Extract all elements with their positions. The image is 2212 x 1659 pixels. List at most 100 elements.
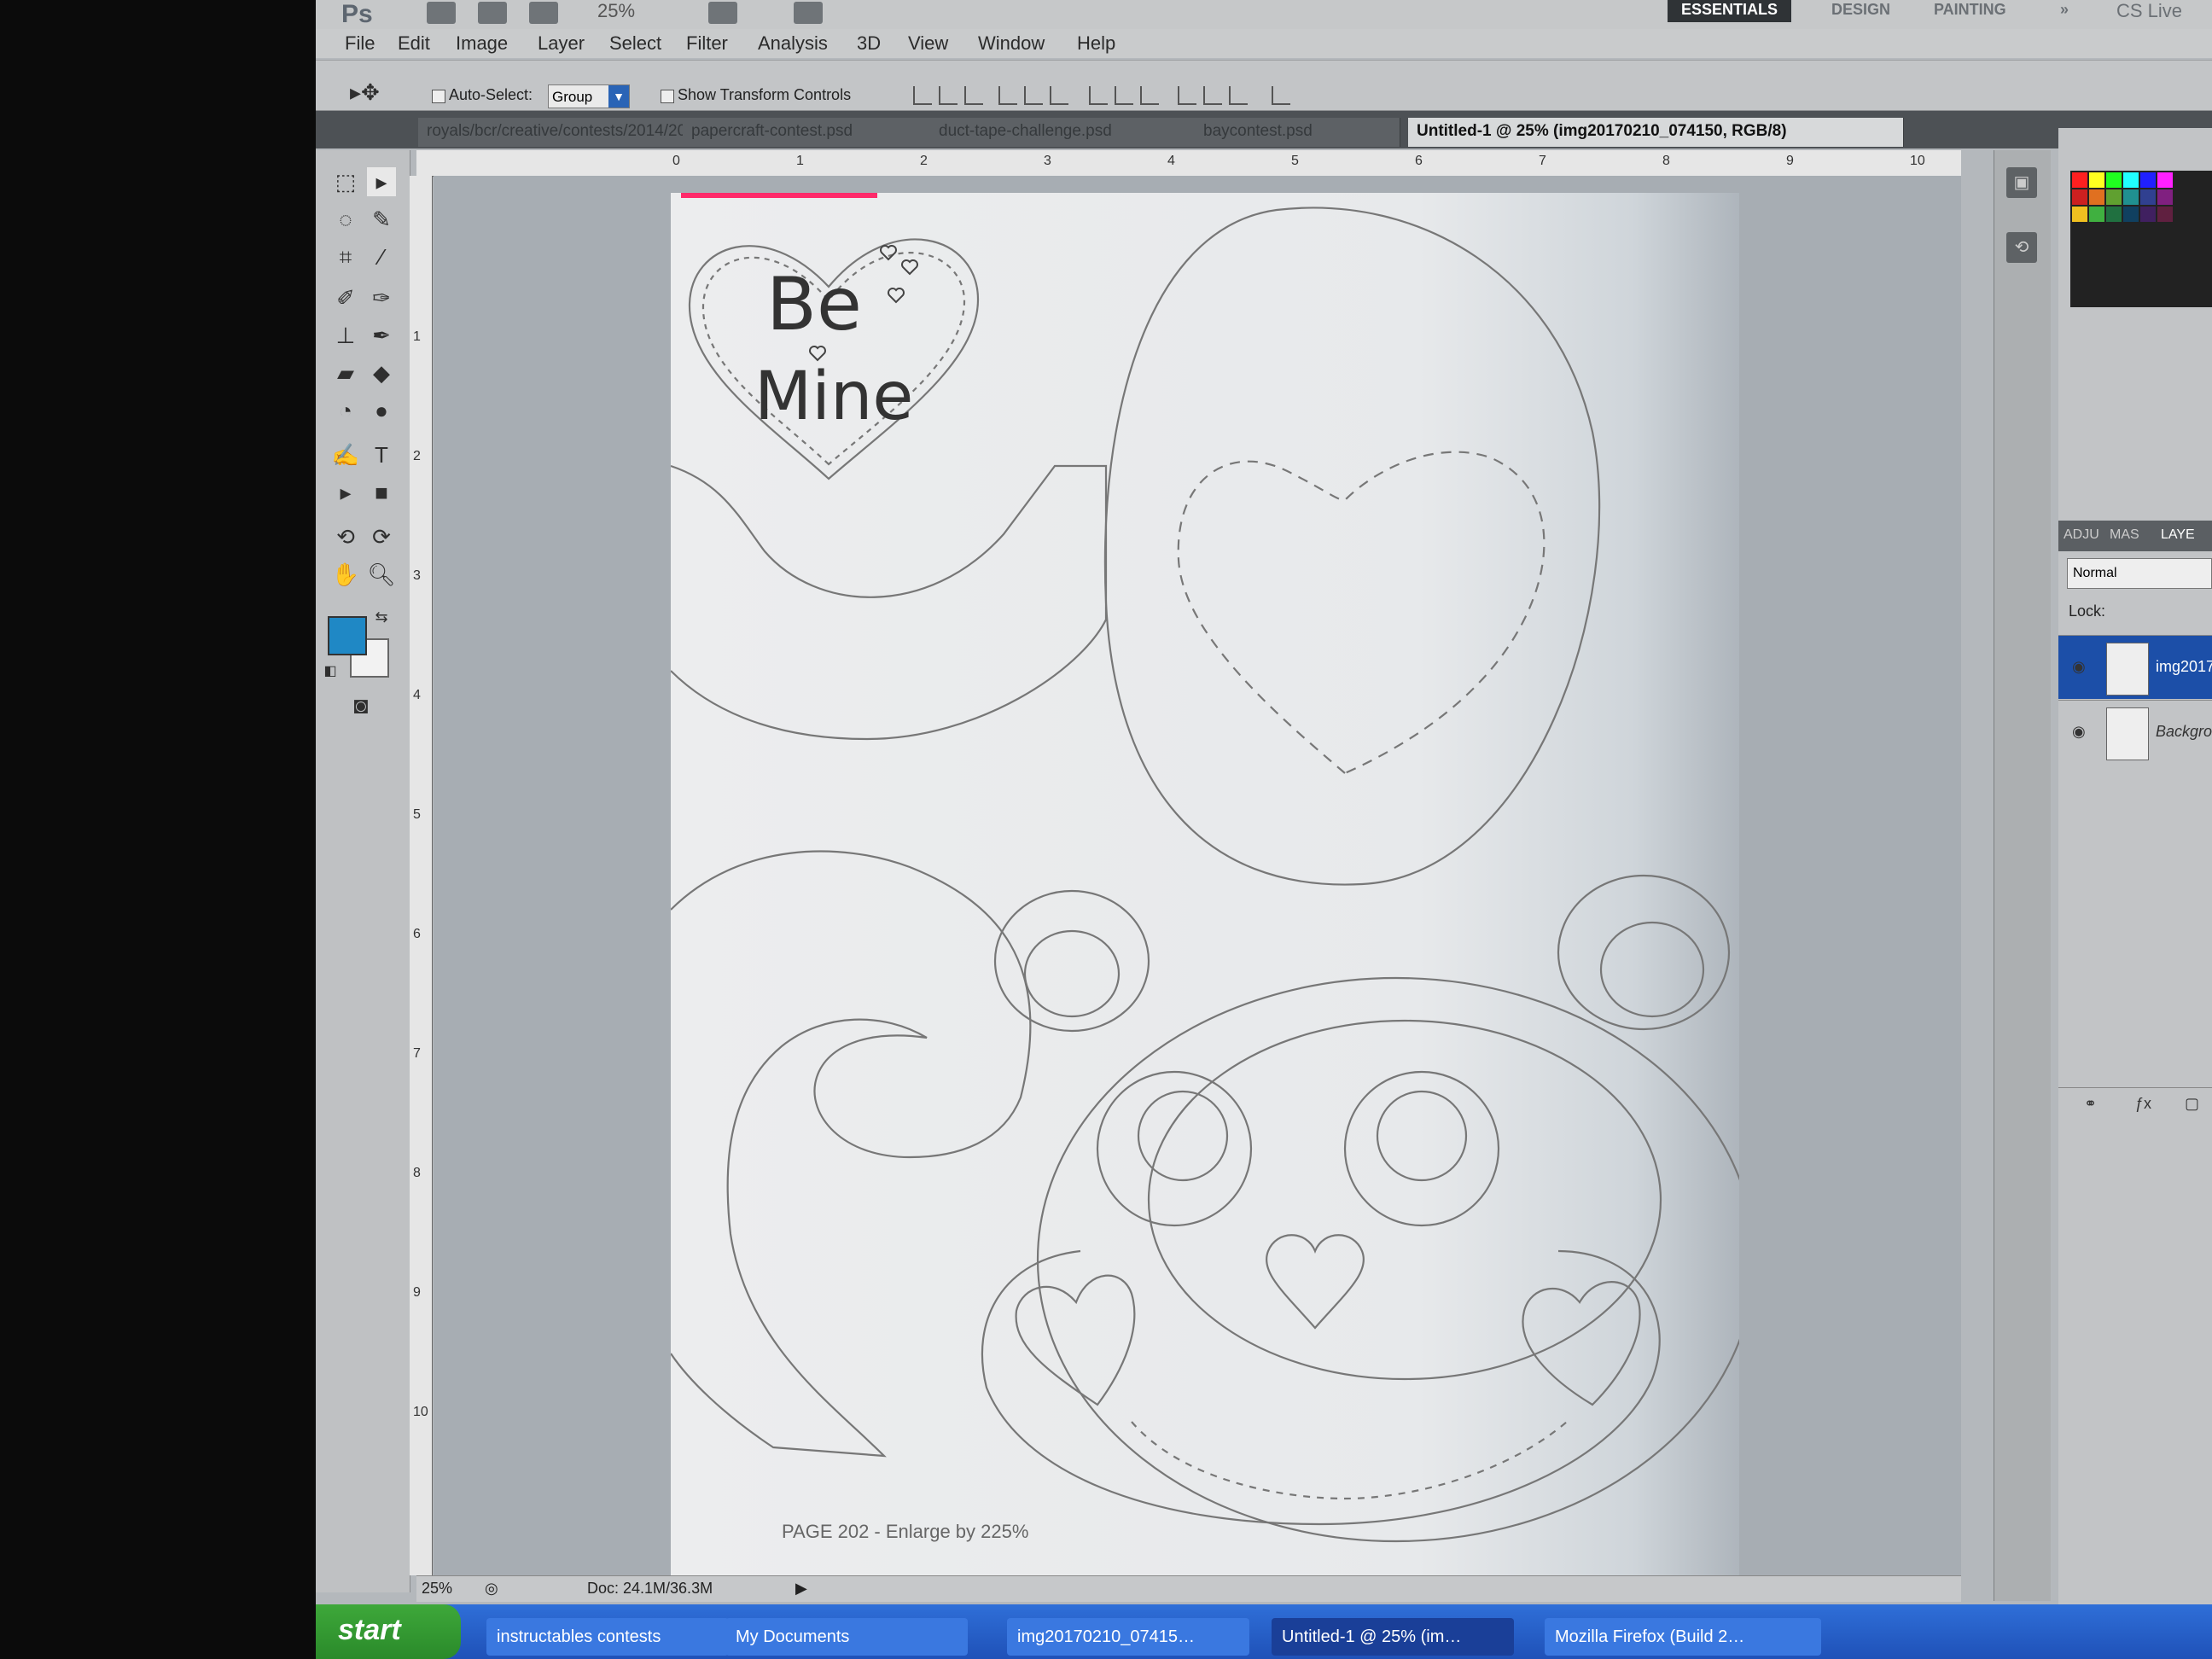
menu-window[interactable]: Window (978, 32, 1045, 55)
type-tool-icon[interactable]: T (367, 440, 396, 469)
swatch[interactable] (2140, 189, 2156, 205)
foreground-color-swatch[interactable] (328, 616, 367, 655)
status-menu-arrow-icon[interactable]: ▶ (795, 1580, 807, 1598)
eraser-tool-icon[interactable]: ▰ (331, 358, 360, 387)
quick-select-tool-icon[interactable]: ✎ (367, 205, 396, 234)
distribute-left-icon[interactable] (1178, 86, 1196, 105)
taskbar-item-photoshop[interactable]: Untitled-1 @ 25% (im… (1272, 1618, 1514, 1656)
tab-untitled-1[interactable]: Untitled-1 @ 25% (img20170210_074150, RG… (1408, 118, 1904, 147)
distribute-bottom-icon[interactable] (1140, 86, 1159, 105)
arrange-documents-icon[interactable] (708, 2, 737, 24)
workspace-essentials-button[interactable]: ESSENTIALS (1668, 0, 1792, 22)
tab-doc-4[interactable]: baycontest.psd (1195, 118, 1400, 147)
workspace-painting-button[interactable]: PAINTING (1920, 0, 2020, 22)
swatch[interactable] (2157, 172, 2173, 188)
blur-tool-icon[interactable]: ◔ (331, 396, 360, 425)
pen-tool-icon[interactable]: ✍ (331, 440, 360, 469)
swatch[interactable] (2072, 172, 2087, 188)
menu-filter[interactable]: Filter (686, 32, 728, 55)
auto-select-dropdown[interactable]: Group ▼ (548, 84, 630, 108)
brush-tool-icon[interactable]: ✑ (367, 283, 396, 312)
rectangle-tool-icon[interactable]: ■ (367, 478, 396, 507)
menu-3d[interactable]: 3D (857, 32, 881, 55)
swatch[interactable] (2072, 207, 2087, 222)
swatch[interactable] (2106, 207, 2122, 222)
3d-rotate-tool-icon[interactable]: ⟲ (331, 522, 360, 551)
eye-icon[interactable]: ◉ (2072, 658, 2086, 676)
swatch[interactable] (2123, 172, 2139, 188)
align-bottom-icon[interactable] (964, 86, 983, 105)
distribute-hcenter-icon[interactable] (1203, 86, 1222, 105)
crop-tool-icon[interactable]: ⌗ (331, 242, 360, 271)
align-top-icon[interactable] (913, 86, 932, 105)
tab-doc-1[interactable]: royals/bcr/creative/contests/2014/2015… (418, 118, 692, 147)
status-zoom[interactable]: 25% (422, 1580, 452, 1598)
tab-doc-2[interactable]: papercraft-contest.psd (683, 118, 940, 147)
lasso-tool-icon[interactable]: ◌ (331, 205, 360, 234)
menu-file[interactable]: File (345, 32, 375, 55)
clone-stamp-tool-icon[interactable]: ⊥ (331, 321, 360, 350)
auto-select-checkbox[interactable] (432, 90, 445, 103)
align-right-icon[interactable] (1050, 86, 1068, 105)
swatch[interactable] (2089, 207, 2104, 222)
swatch[interactable] (2140, 207, 2156, 222)
link-layers-icon[interactable]: ⚭ (2084, 1095, 2097, 1113)
screen-mode-icon[interactable] (794, 2, 823, 24)
align-left-icon[interactable] (998, 86, 1017, 105)
workspace-design-button[interactable]: DESIGN (1818, 0, 1904, 22)
swatches-panel[interactable] (2070, 171, 2212, 307)
zoom-tool-icon[interactable]: 🔍︎ (367, 560, 396, 589)
dodge-tool-icon[interactable]: ● (367, 396, 396, 425)
history-panel-icon[interactable]: ⟲ (2006, 232, 2037, 263)
taskbar-item-instructables[interactable]: instructables contests (486, 1618, 729, 1656)
taskbar-item-image[interactable]: img20170210_07415… (1007, 1618, 1249, 1656)
quick-mask-icon[interactable]: ◙ (346, 691, 375, 720)
layer-mask-icon[interactable]: ▢ (2185, 1095, 2199, 1113)
swatch[interactable] (2123, 207, 2139, 222)
swatch[interactable] (2089, 189, 2104, 205)
canvas-workspace[interactable]: Be Mine PAGE 202 - Enlarge by 225% (434, 176, 1961, 1584)
paint-bucket-tool-icon[interactable]: ◆ (367, 358, 396, 387)
move-tool-icon[interactable]: ▸ (367, 167, 396, 196)
swatch[interactable] (2106, 172, 2122, 188)
launch-bridge-icon[interactable] (427, 2, 456, 24)
status-info-icon[interactable]: ◎ (485, 1580, 498, 1598)
align-vcenter-icon[interactable] (939, 86, 958, 105)
start-button[interactable]: start (316, 1604, 461, 1659)
marquee-tool-icon[interactable]: ⬚ (331, 167, 360, 196)
eye-icon[interactable]: ◉ (2072, 723, 2086, 741)
taskbar-item-my-documents[interactable]: My Documents (725, 1618, 968, 1656)
swatch[interactable] (2157, 207, 2173, 222)
view-extras-icon[interactable] (529, 2, 558, 24)
tab-layers[interactable]: LAYE (2161, 527, 2195, 543)
cs-live-button[interactable]: CS Live (2116, 0, 2182, 22)
hand-tool-icon[interactable]: ✋ (331, 560, 360, 589)
layer-row[interactable]: ◉ img20170210 (2058, 635, 2212, 699)
mini-bridge-panel-icon[interactable]: ▣ (2006, 167, 2037, 198)
eyedropper-tool-icon[interactable]: ⁄ (367, 242, 396, 271)
swap-colors-icon[interactable]: ⇆ (367, 602, 396, 632)
swatch[interactable] (2140, 172, 2156, 188)
layer-row[interactable]: ◉ Background (2058, 700, 2212, 764)
swatch[interactable] (2123, 189, 2139, 205)
healing-brush-tool-icon[interactable]: ✐ (331, 283, 360, 312)
distribute-right-icon[interactable] (1229, 86, 1248, 105)
menu-image[interactable]: Image (456, 32, 508, 55)
distribute-top-icon[interactable] (1089, 86, 1108, 105)
default-colors-icon[interactable]: ◧ (316, 657, 345, 686)
swatch[interactable] (2089, 172, 2104, 188)
tab-masks[interactable]: MAS (2110, 527, 2139, 543)
menu-layer[interactable]: Layer (538, 32, 585, 55)
swatch[interactable] (2072, 189, 2087, 205)
path-select-tool-icon[interactable]: ▸ (331, 478, 360, 507)
document-canvas[interactable]: Be Mine PAGE 202 - Enlarge by 225% (671, 193, 1739, 1584)
swatch[interactable] (2157, 189, 2173, 205)
tab-doc-3[interactable]: duct-tape-challenge.psd (930, 118, 1204, 147)
menu-help[interactable]: Help (1077, 32, 1115, 55)
zoom-level-combo[interactable]: 25% (597, 0, 666, 22)
tab-adjustments[interactable]: ADJU (2064, 527, 2099, 543)
menu-view[interactable]: View (908, 32, 948, 55)
show-transform-checkbox[interactable] (661, 90, 674, 103)
menu-edit[interactable]: Edit (398, 32, 430, 55)
taskbar-item-firefox[interactable]: Mozilla Firefox (Build 2… (1545, 1618, 1821, 1656)
